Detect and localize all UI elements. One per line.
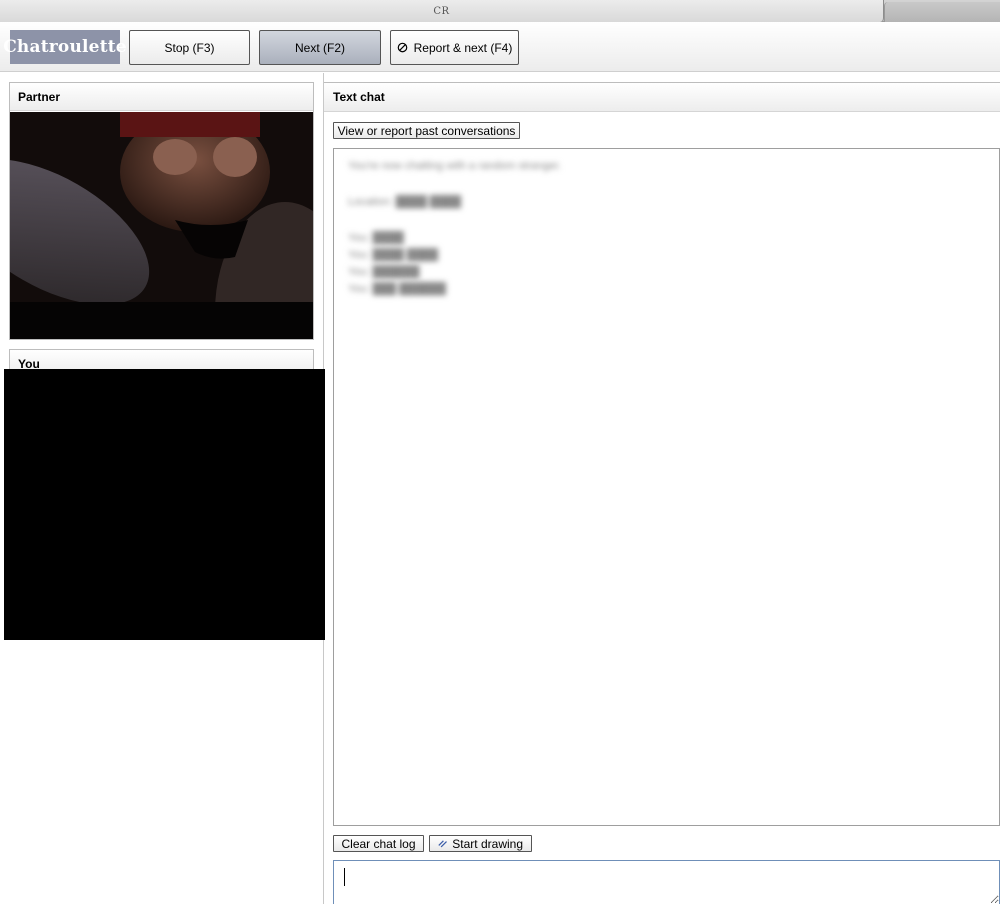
view-past-conversations-button[interactable]: View or report past conversations	[333, 122, 520, 139]
browser-tab-title: CR	[433, 5, 450, 17]
browser-tab-inactive[interactable]	[884, 2, 1000, 22]
clear-chat-log-label: Clear chat log	[341, 836, 416, 851]
text-caret	[344, 868, 345, 886]
browser-tab-active[interactable]: CR	[0, 0, 884, 22]
start-drawing-button[interactable]: Start drawing	[429, 835, 532, 852]
chat-log-line: Location: ████ ████	[348, 196, 462, 208]
stop-button-label: Stop (F3)	[164, 40, 215, 55]
pencil-icon	[438, 840, 447, 848]
text-chat-title: Text chat	[324, 82, 1000, 112]
clear-chat-log-button[interactable]: Clear chat log	[333, 835, 424, 852]
chat-log-line: You: ███ ██████	[348, 283, 446, 295]
chat-log-line: You're now chatting with a random strang…	[348, 160, 562, 172]
partner-video-frame	[10, 112, 313, 339]
report-next-button-label: Report & next (F4)	[413, 40, 513, 55]
partner-panel: Partner	[9, 82, 314, 340]
partner-panel-title: Partner	[10, 83, 313, 111]
browser-tabstrip: CR	[0, 0, 1000, 22]
ban-icon	[397, 42, 407, 53]
self-video	[4, 369, 325, 640]
chat-log-line: You: ████	[348, 232, 404, 244]
report-next-button[interactable]: Report & next (F4)	[390, 30, 519, 65]
next-button[interactable]: Next (F2)	[259, 30, 381, 65]
chat-log[interactable]: You're now chatting with a random strang…	[333, 148, 1000, 826]
logo: Chatroulette	[3, 30, 127, 64]
start-drawing-label: Start drawing	[452, 836, 523, 851]
chat-log-line: You: ██████	[348, 266, 420, 278]
next-button-label: Next (F2)	[294, 40, 345, 55]
toolbar: Chatroulette Stop (F3) Next (F2) Report …	[0, 22, 1000, 72]
chat-message-input[interactable]	[333, 860, 1000, 904]
partner-video	[10, 112, 313, 339]
chat-log-line: You: ████ ████	[348, 249, 439, 261]
view-past-conversations-label: View or report past conversations	[337, 123, 516, 138]
stop-button[interactable]: Stop (F3)	[129, 30, 250, 65]
